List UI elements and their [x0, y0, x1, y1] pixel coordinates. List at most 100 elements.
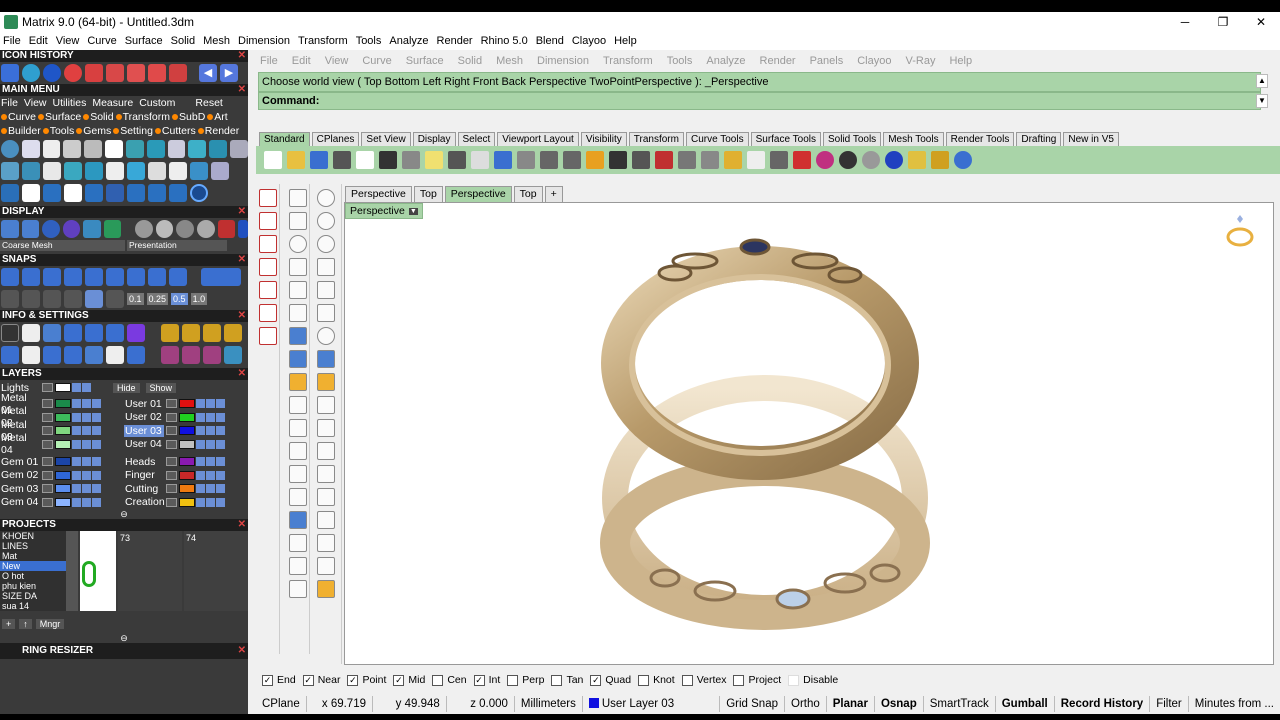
mirror-icon[interactable] [317, 396, 335, 414]
osnap-vertex[interactable]: Vertex [681, 674, 726, 686]
check-icon[interactable] [317, 557, 335, 575]
polygon-icon[interactable] [289, 281, 307, 299]
curve-icon[interactable] [289, 258, 307, 276]
pan-icon[interactable] [471, 151, 489, 169]
add-project-button[interactable]: + [2, 619, 16, 629]
zoom-selected-icon[interactable] [586, 151, 604, 169]
show-button[interactable]: Show [145, 382, 177, 393]
layer-expand[interactable] [166, 470, 177, 480]
checkbox[interactable] [432, 674, 444, 686]
print-icon[interactable] [333, 151, 351, 169]
info-icon[interactable] [64, 346, 82, 364]
history-tool-icon[interactable] [148, 64, 166, 82]
layer-icon[interactable] [770, 151, 788, 169]
snap-icon[interactable] [64, 290, 82, 308]
planar-toggle[interactable]: Planar [827, 696, 875, 712]
undo-icon[interactable] [448, 151, 466, 169]
layer-current-icon[interactable] [92, 426, 101, 436]
layer-current-icon[interactable] [92, 399, 101, 409]
rhino-menu-file[interactable]: File [260, 55, 278, 67]
tool-icon[interactable] [105, 140, 123, 158]
snap-icon[interactable] [43, 268, 61, 286]
close-icon[interactable]: ✕ [238, 206, 246, 218]
filter-toggle[interactable]: Filter [1150, 696, 1189, 712]
mm-measure[interactable]: Measure [92, 96, 133, 110]
perspective-viewport[interactable]: Perspective ▼ [344, 202, 1274, 665]
layer-current-icon[interactable] [92, 497, 101, 507]
color-wheel-icon[interactable] [816, 151, 834, 169]
tool-icon[interactable] [43, 184, 61, 202]
osnap-disable[interactable]: Disable [788, 674, 838, 686]
rhino-menu-analyze[interactable]: Analyze [706, 55, 745, 67]
rhino-menu-help[interactable]: Help [949, 55, 972, 67]
layer-color[interactable] [179, 426, 195, 436]
project-list-item[interactable]: New [0, 561, 66, 571]
viewport-tab-perspective-0[interactable]: Perspective [345, 186, 412, 202]
mesh-select[interactable]: Coarse Mesh [0, 240, 125, 251]
layer-visibility-icon[interactable] [72, 470, 81, 480]
import-icon[interactable] [356, 151, 374, 169]
command-input[interactable]: Command: [258, 92, 1261, 110]
rhino-menu-render[interactable]: Render [760, 55, 796, 67]
tool-icon[interactable] [209, 140, 228, 158]
minimize-button[interactable]: ─ [1166, 12, 1204, 32]
close-icon[interactable]: ✕ [238, 643, 246, 659]
mm-transform[interactable]: Transform [115, 110, 170, 124]
layer-name[interactable]: Finger [124, 469, 164, 481]
layer-color[interactable] [179, 412, 195, 422]
checkbox[interactable]: ✓ [302, 674, 314, 686]
history-tool-icon[interactable] [64, 64, 82, 82]
info-icon[interactable] [85, 324, 103, 342]
dimension-icon[interactable] [259, 212, 277, 230]
grid-snap-toggle[interactable]: Grid Snap [720, 696, 785, 712]
collapse-icon[interactable]: ⊖ [0, 509, 248, 519]
menu-help[interactable]: Help [614, 35, 637, 47]
layer-row[interactable]: Gem 02 [0, 469, 124, 483]
target-icon[interactable] [259, 327, 277, 345]
rhino-menu-transform[interactable]: Transform [603, 55, 653, 67]
blend-icon[interactable] [317, 442, 335, 460]
tool-icon[interactable] [125, 140, 144, 158]
rhino-menu-solid[interactable]: Solid [458, 55, 482, 67]
layer-visibility-icon[interactable] [196, 484, 205, 494]
checkbox[interactable] [551, 674, 563, 686]
close-button[interactable]: ✕ [1242, 12, 1280, 32]
toolbar-tab-cplanes[interactable]: CPlanes [311, 132, 360, 146]
layer-expand[interactable] [42, 457, 53, 467]
toolbar-tab-viewport-layout[interactable]: Viewport Layout [497, 132, 579, 146]
layer-row[interactable]: Finger [124, 469, 248, 483]
layer-expand[interactable] [42, 470, 53, 480]
project-list-item[interactable]: Mat [0, 551, 66, 561]
layer-lock-icon[interactable] [82, 497, 91, 507]
display-icon[interactable] [238, 220, 248, 238]
layer-name[interactable]: User 03 [124, 424, 164, 437]
arrow-left-icon[interactable]: ◀ [199, 64, 217, 82]
rectangle-icon[interactable] [317, 258, 335, 276]
snap-icon[interactable] [64, 268, 82, 286]
arrow-right-icon[interactable]: ▶ [220, 64, 238, 82]
ring-gumball-icon[interactable] [1226, 215, 1254, 247]
erase-icon[interactable] [289, 557, 307, 575]
info-icon[interactable] [22, 346, 40, 364]
zoom-icon[interactable] [22, 324, 40, 342]
tool-icon[interactable] [42, 140, 61, 158]
trim-icon[interactable] [289, 396, 307, 414]
control-point-icon[interactable] [317, 212, 335, 230]
checkbox[interactable] [638, 674, 650, 686]
menu-file[interactable]: File [3, 35, 21, 47]
layer-color[interactable] [55, 484, 71, 494]
paste-icon[interactable] [425, 151, 443, 169]
snap-icon[interactable] [85, 290, 103, 308]
layer-row[interactable]: Gem 01 [0, 455, 124, 469]
snap-value[interactable]: 1.0 [190, 293, 208, 305]
cut-icon[interactable] [379, 151, 397, 169]
menu-analyze[interactable]: Analyze [389, 35, 428, 47]
rhino-menu-tools[interactable]: Tools [667, 55, 693, 67]
osnap-tan[interactable]: Tan [551, 674, 583, 686]
layer-color[interactable] [179, 439, 195, 449]
up-project-button[interactable]: ↑ [19, 619, 32, 629]
layer-name[interactable]: User 02 [124, 411, 164, 423]
solid-icon[interactable] [289, 511, 307, 529]
menu-rhino5[interactable]: Rhino 5.0 [481, 35, 528, 47]
layer-lock-icon[interactable] [206, 439, 215, 449]
